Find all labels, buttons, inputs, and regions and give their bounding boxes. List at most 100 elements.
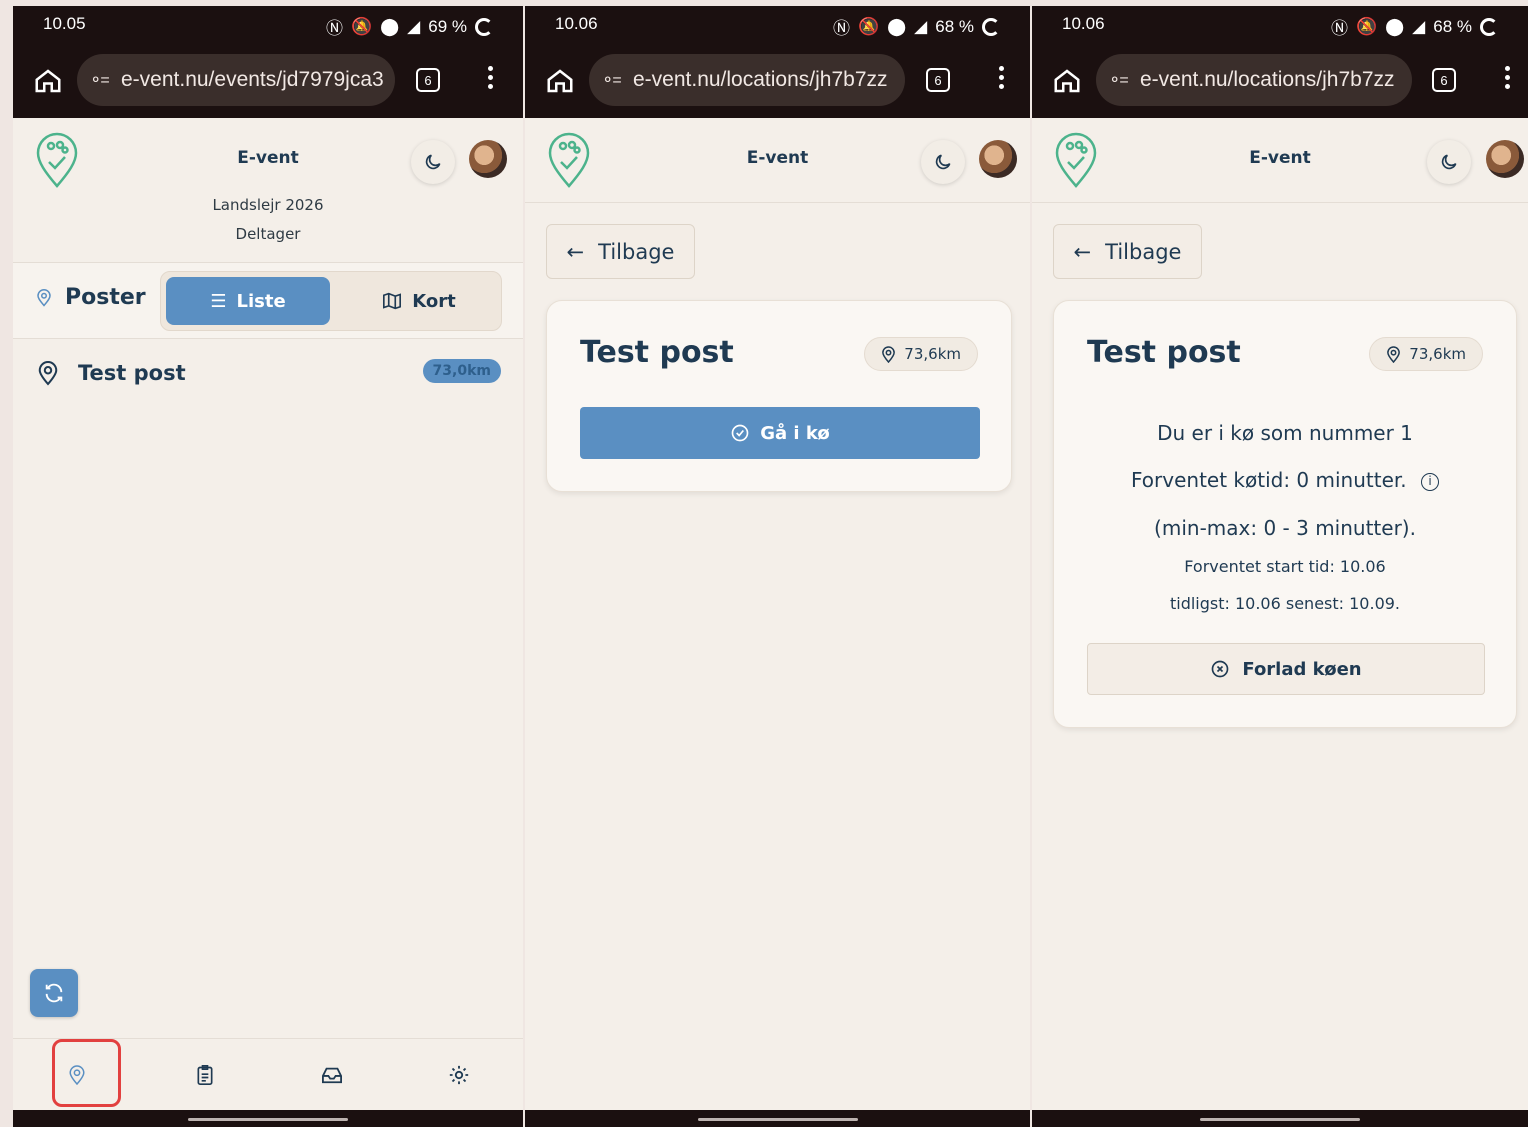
- status-bar: 10.06 Ⓝ 🔕 ⬤ ◢ 68 %: [525, 6, 1030, 46]
- avatar[interactable]: [469, 140, 507, 178]
- info-icon[interactable]: i: [1420, 472, 1439, 491]
- signal-icon: ◢: [1412, 16, 1426, 36]
- gesture-area: [13, 1110, 523, 1127]
- pin-icon: [37, 288, 51, 307]
- back-label: Tilbage: [1105, 239, 1182, 264]
- distance-badge: 73,6km: [1369, 337, 1483, 371]
- join-queue-button[interactable]: Gå i kø: [580, 407, 980, 459]
- phone-screen-events: 10.05 Ⓝ 🔕 ⬤ ◢ 69 % ⚬= e-vent.nu/events/j…: [13, 6, 523, 1127]
- nfc-icon: Ⓝ: [325, 19, 343, 38]
- tab-liste-label: Liste: [236, 290, 286, 312]
- join-queue-label: Gå i kø: [760, 422, 830, 444]
- app-header: E-vent Landslejr 2026 Deltager: [13, 118, 523, 263]
- gesture-bar[interactable]: [1200, 1118, 1360, 1121]
- distance-text: 73,6km: [1409, 345, 1466, 363]
- post-name: Test post: [78, 361, 186, 385]
- distance-badge: 73,0km: [422, 359, 501, 383]
- back-label: Tilbage: [598, 239, 675, 264]
- nav-inbox[interactable]: [310, 1053, 354, 1097]
- signal-icon: ◢: [407, 16, 421, 36]
- event-name: Landslejr 2026: [212, 196, 324, 214]
- post-title: Test post: [1087, 335, 1241, 370]
- distance-text: 73,6km: [904, 345, 961, 363]
- status-time: 10.06: [1062, 14, 1105, 33]
- status-bar: 10.05 Ⓝ 🔕 ⬤ ◢ 69 %: [13, 6, 523, 46]
- poster-toolbar: Poster ☰ Liste Kort: [13, 263, 523, 339]
- clipboard-icon: [197, 1065, 213, 1086]
- post-card: Test post 73,6km Du er i kø som nummer 1…: [1053, 300, 1517, 728]
- expected-wait: Forventet køtid: 0 minutter. i: [1054, 468, 1516, 492]
- dark-mode-toggle[interactable]: [1427, 140, 1471, 184]
- battery-ring-icon: [1480, 17, 1498, 36]
- tab-liste[interactable]: ☰ Liste: [166, 277, 330, 325]
- distance-badge: 73,6km: [864, 337, 978, 371]
- expected-wait-text: Forventet køtid: 0 minutter.: [1131, 468, 1407, 492]
- home-icon[interactable]: [545, 66, 575, 96]
- url-text: e-vent.nu/locations/jh7b7zz: [1140, 68, 1395, 91]
- gesture-bar[interactable]: [188, 1118, 348, 1121]
- dark-mode-toggle[interactable]: [921, 140, 965, 184]
- site-settings-icon[interactable]: ⚬=: [1108, 70, 1132, 90]
- nav-settings[interactable]: [437, 1053, 481, 1097]
- status-time: 10.06: [555, 14, 598, 33]
- signal-icon: ◢: [914, 16, 928, 36]
- tab-kort[interactable]: Kort: [341, 277, 497, 325]
- battery-ring-icon: [982, 17, 1000, 36]
- browser-toolbar: ⚬= e-vent.nu/events/jd7979jca3 6: [13, 46, 523, 118]
- list-item[interactable]: Test post 73,0km: [13, 346, 523, 402]
- address-bar[interactable]: ⚬= e-vent.nu/locations/jh7b7zz: [1096, 54, 1412, 106]
- expected-start: Forventet start tid: 10.06: [1184, 557, 1386, 576]
- location-status-icon: ⬤: [380, 16, 400, 36]
- moon-icon: [935, 154, 951, 170]
- post-card: Test post 73,6km Gå i kø: [546, 300, 1012, 492]
- mute-icon: 🔕: [857, 16, 880, 36]
- browser-menu-icon[interactable]: [1503, 66, 1511, 94]
- browser-toolbar: ⚬= e-vent.nu/locations/jh7b7zz 6: [525, 46, 1030, 118]
- browser-toolbar: ⚬= e-vent.nu/locations/jh7b7zz 6: [1032, 46, 1528, 118]
- site-settings-icon[interactable]: ⚬=: [89, 70, 113, 90]
- home-icon[interactable]: [33, 66, 63, 96]
- address-bar[interactable]: ⚬= e-vent.nu/locations/jh7b7zz: [589, 54, 905, 106]
- dark-mode-toggle[interactable]: [411, 140, 455, 184]
- pin-icon: [38, 361, 58, 386]
- status-time: 10.05: [43, 14, 86, 33]
- queue-position: Du er i kø som nummer 1: [1157, 421, 1413, 445]
- moon-icon: [1441, 154, 1457, 170]
- refresh-icon: [45, 983, 63, 1003]
- tab-switcher-button[interactable]: 6: [926, 68, 950, 92]
- nav-tasks[interactable]: [183, 1053, 227, 1097]
- home-icon[interactable]: [1052, 66, 1082, 96]
- tab-switcher-button[interactable]: 6: [1432, 68, 1456, 92]
- pin-icon: [882, 345, 896, 363]
- gesture-area: [1032, 1110, 1528, 1127]
- tab-switcher-button[interactable]: 6: [416, 68, 440, 92]
- battery-text: 68 %: [935, 16, 974, 36]
- refresh-button[interactable]: [30, 969, 78, 1017]
- highlight-outline: [52, 1039, 121, 1107]
- app-header: E-vent: [1032, 118, 1528, 203]
- avatar[interactable]: [979, 140, 1017, 178]
- back-button[interactable]: ← Tilbage: [1053, 224, 1202, 279]
- leave-queue-label: Forlad køen: [1242, 658, 1362, 680]
- back-button[interactable]: ← Tilbage: [546, 224, 695, 279]
- location-status-icon: ⬤: [887, 16, 907, 36]
- earliest-latest: tidligst: 10.06 senest: 10.09.: [1169, 594, 1401, 613]
- poster-heading: Poster: [35, 285, 146, 310]
- gesture-bar[interactable]: [697, 1118, 858, 1121]
- avatar[interactable]: [1486, 140, 1524, 178]
- status-bar: 10.06 Ⓝ 🔕 ⬤ ◢ 68 %: [1032, 6, 1528, 46]
- browser-menu-icon[interactable]: [997, 66, 1005, 94]
- location-status-icon: ⬤: [1385, 16, 1405, 36]
- mute-icon: 🔕: [1355, 16, 1378, 36]
- inbox-icon: [322, 1067, 342, 1084]
- leave-queue-button[interactable]: Forlad køen: [1087, 643, 1485, 695]
- view-toggle: ☰ Liste Kort: [160, 271, 502, 331]
- browser-menu-icon[interactable]: [486, 66, 494, 94]
- check-circle-icon: [731, 424, 749, 442]
- map-icon: [383, 292, 402, 310]
- address-bar[interactable]: ⚬= e-vent.nu/events/jd7979jca3: [77, 54, 395, 106]
- site-settings-icon[interactable]: ⚬=: [601, 70, 625, 90]
- pin-icon: [1387, 345, 1401, 363]
- battery-text: 68 %: [1433, 16, 1472, 36]
- close-circle-icon: [1212, 660, 1229, 678]
